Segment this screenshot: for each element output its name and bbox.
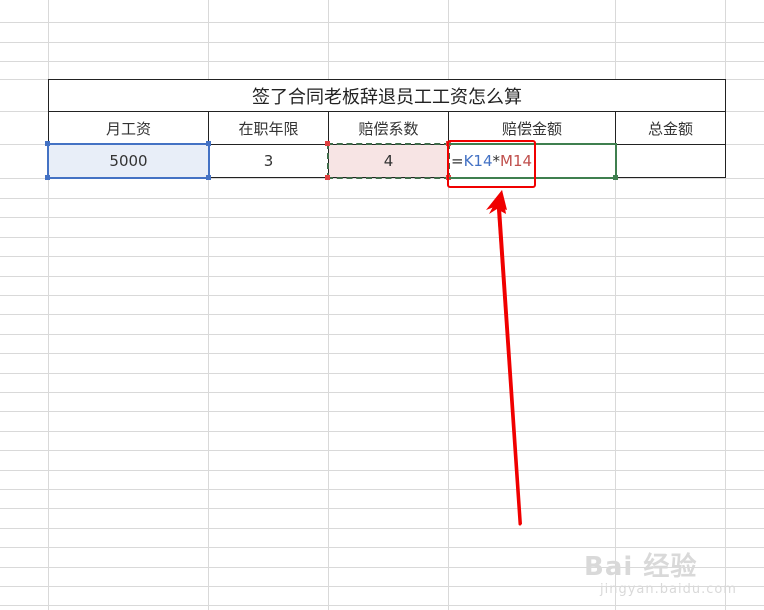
baidu-watermark-logo: Bai 经验: [584, 552, 698, 582]
annotation-arrow: [486, 190, 522, 526]
baidu-watermark-url: jingyan.baidu.com: [600, 582, 737, 597]
